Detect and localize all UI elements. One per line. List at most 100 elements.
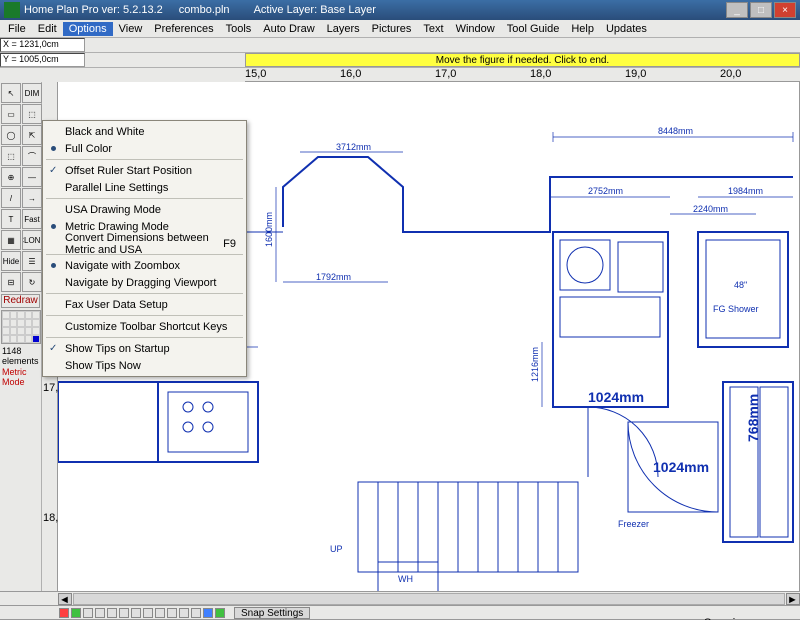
tool-button[interactable]: ↻ [22,272,42,292]
tool-button[interactable]: ⇱ [22,125,42,145]
menu-tools[interactable]: Tools [220,22,258,36]
coord-y: Y = 1005,0cm [0,53,85,67]
max-button[interactable]: □ [750,2,772,18]
metric-mode-label: Metric Mode [0,367,41,387]
svg-text:1792mm: 1792mm [316,272,351,282]
tool-button[interactable]: ▦ [1,230,21,250]
options-menu-item[interactable]: Full Color [45,140,244,157]
options-menu-item[interactable]: Parallel Line Settings [45,179,244,196]
tool-button[interactable]: — [22,167,42,187]
tool-button[interactable]: DIM [22,83,42,103]
svg-text:1984mm: 1984mm [728,186,763,196]
snap-toggle[interactable] [155,608,165,618]
file-name: combo.pln [179,4,230,16]
menu-auto-draw[interactable]: Auto Draw [257,22,320,36]
menu-file[interactable]: File [2,22,32,36]
menu-layers[interactable]: Layers [321,22,366,36]
min-button[interactable]: _ [726,2,748,18]
svg-text:WH: WH [398,574,413,584]
options-menu-item[interactable]: Navigate with Zoombox [45,257,244,274]
tool-button[interactable]: ⬚ [1,146,21,166]
tool-button[interactable]: / [1,188,21,208]
snap-settings-button[interactable]: Snap Settings [234,607,310,619]
svg-text:1024mm: 1024mm [653,459,709,475]
snap-toggle[interactable] [107,608,117,618]
menu-window[interactable]: Window [450,22,501,36]
coord-row: X = 1231,0cm [0,38,800,53]
color-palette[interactable] [1,310,41,344]
svg-text:UP: UP [330,544,343,554]
snap-toggle[interactable] [83,608,93,618]
snap-toggle[interactable] [119,608,129,618]
active-layer-label: Active Layer: Base Layer [254,4,376,16]
ruler-row: 15,016,017,018,019,020,021,0 [0,68,800,82]
tool-button[interactable]: T [1,209,21,229]
app-icon [4,2,20,18]
options-menu-item[interactable]: Show Tips Now [45,357,244,374]
menu-edit[interactable]: Edit [32,22,63,36]
left-toolbox: ↖DIM▭⬚◯⇱⬚⌒⊕—/→TFast▦CLONEHide☰⊟↻ Redraw … [0,82,42,591]
menu-help[interactable]: Help [565,22,600,36]
svg-text:2752mm: 2752mm [588,186,623,196]
menu-pictures[interactable]: Pictures [366,22,418,36]
snap-toggle[interactable] [95,608,105,618]
svg-text:3712mm: 3712mm [336,142,371,152]
menu-preferences[interactable]: Preferences [148,22,219,36]
coord-x: X = 1231,0cm [0,38,85,52]
menu-text[interactable]: Text [417,22,449,36]
snap-status: Snap is Off [704,617,751,620]
options-menu-item[interactable]: Customize Toolbar Shortcut Keys [45,318,244,335]
tool-button[interactable]: ▭ [1,104,21,124]
snap-toggle[interactable] [59,608,69,618]
tool-button[interactable]: CLONE [22,230,42,250]
titlebar: Home Plan Pro ver: 5.2.13.2 combo.pln Ac… [0,0,800,20]
horizontal-scrollbar[interactable]: ◄ ► [0,591,800,605]
scroll-right-icon[interactable]: ► [786,593,800,605]
options-dropdown: Black and WhiteFull Color ✓Offset Ruler S… [42,120,247,377]
snap-status-bar: Snap Settings [0,605,800,619]
snap-toggle[interactable] [191,608,201,618]
options-menu-item[interactable]: ✓Show Tips on Startup [45,340,244,357]
tool-button[interactable]: ◯ [1,125,21,145]
tool-button[interactable]: ⌒ [22,146,42,166]
svg-text:8448mm: 8448mm [658,126,693,136]
tool-button[interactable]: Fast [22,209,42,229]
tool-button[interactable]: ☰ [22,251,42,271]
tool-button[interactable]: ⊕ [1,167,21,187]
options-menu-item[interactable]: Navigate by Dragging Viewport [45,274,244,291]
menu-tool-guide[interactable]: Tool Guide [501,22,566,36]
options-menu-item[interactable]: USA Drawing Mode [45,201,244,218]
tool-button[interactable]: → [22,188,42,208]
svg-text:1216mm: 1216mm [530,347,540,382]
snap-toggle[interactable] [179,608,189,618]
menu-updates[interactable]: Updates [600,22,653,36]
svg-text:Freezer: Freezer [618,519,649,529]
svg-text:48": 48" [734,280,747,290]
snap-toggle[interactable] [143,608,153,618]
options-menu-item[interactable]: Fax User Data Setup [45,296,244,313]
menubar: FileEditOptionsViewPreferencesToolsAuto … [0,20,800,38]
options-menu-item[interactable]: Black and White [45,123,244,140]
options-menu-item[interactable]: ✓Offset Ruler Start Position [45,162,244,179]
snap-toggle[interactable] [167,608,177,618]
options-menu-item[interactable]: Convert Dimensions between Metric and US… [45,235,244,252]
close-button[interactable]: × [774,2,796,18]
snap-toggle[interactable] [131,608,141,618]
snap-toggle[interactable] [71,608,81,618]
svg-text:2240mm: 2240mm [693,204,728,214]
horizontal-ruler: 15,016,017,018,019,020,021,0 [245,68,800,82]
menu-options[interactable]: Options [63,22,113,36]
tool-button[interactable]: ↖ [1,83,21,103]
svg-text:1024mm: 1024mm [588,389,644,405]
scroll-left-icon[interactable]: ◄ [58,593,72,605]
tool-button[interactable]: Hide [1,251,21,271]
svg-text:1600mm: 1600mm [264,212,274,247]
coord-row-2: Y = 1005,0cm Move the figure if needed. … [0,53,800,68]
snap-toggle[interactable] [215,608,225,618]
svg-text:FG Shower: FG Shower [713,304,759,314]
tool-button[interactable]: ⊟ [1,272,21,292]
menu-view[interactable]: View [113,22,149,36]
snap-toggle[interactable] [203,608,213,618]
redraw-button[interactable]: Redraw [1,294,40,308]
tool-button[interactable]: ⬚ [22,104,42,124]
